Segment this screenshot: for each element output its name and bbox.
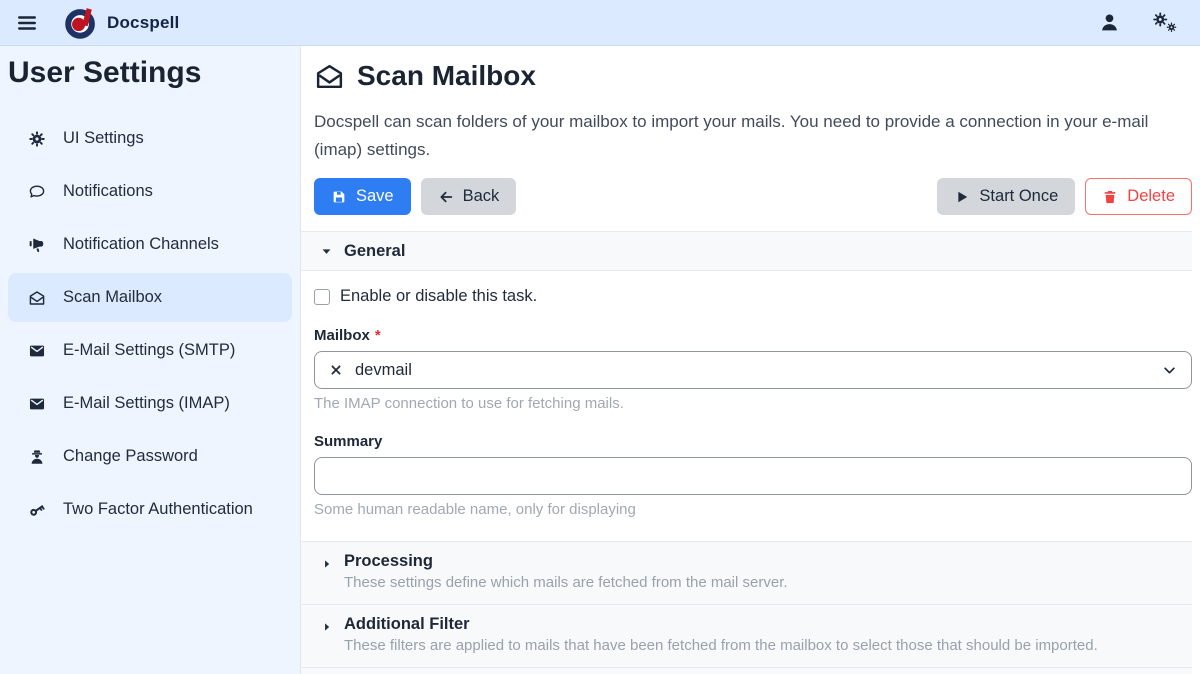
page-description: Docspell can scan folders of your mailbo…	[314, 108, 1182, 164]
sidebar-item-label: Notifications	[63, 182, 153, 201]
envelope-icon	[28, 395, 46, 413]
page-title-text: Scan Mailbox	[357, 60, 536, 92]
caret-down-icon	[321, 246, 332, 257]
section-subtitle: These filters are applied to mails that …	[344, 637, 1176, 654]
collapsed-sections: Processing These settings define which m…	[301, 541, 1192, 674]
topbar-actions	[1095, 7, 1182, 38]
play-icon	[954, 189, 970, 205]
bullhorn-icon	[28, 236, 46, 254]
enable-task-label: Enable or disable this task.	[340, 287, 537, 306]
trash-icon	[1102, 189, 1118, 205]
start-once-button[interactable]: Start Once	[937, 178, 1075, 215]
sidebar-item-email-settings-imap[interactable]: E-Mail Settings (IMAP)	[8, 379, 292, 428]
section-additional-filter-header[interactable]: Additional Filter These filters are appl…	[301, 605, 1192, 668]
sidebar-item-label: Scan Mailbox	[63, 288, 162, 307]
gear-icon	[28, 130, 46, 148]
user-menu-button[interactable]	[1095, 8, 1124, 37]
back-button[interactable]: Back	[421, 178, 517, 215]
section-general-title: General	[344, 242, 405, 261]
sidebar: User Settings UI Settings Notifications …	[0, 46, 300, 674]
sidebar-title: User Settings	[8, 56, 292, 90]
mailbox-label: Mailbox *	[314, 327, 1192, 344]
envelope-open-icon	[314, 61, 345, 92]
section-processing-header[interactable]: Processing These settings define which m…	[301, 542, 1192, 605]
page-title: Scan Mailbox	[314, 60, 1192, 92]
enable-task-checkbox[interactable]	[314, 289, 330, 305]
mailbox-selected-value: devmail	[355, 361, 412, 380]
save-button[interactable]: Save	[314, 178, 411, 215]
summary-field: Summary Some human readable name, only f…	[314, 433, 1192, 518]
mailbox-select[interactable]: devmail	[314, 351, 1192, 389]
section-subtitle: These settings define which mails are fe…	[344, 574, 1176, 591]
section-post-processing-header[interactable]: Post Processing	[301, 668, 1192, 674]
sidebar-item-label: E-Mail Settings (SMTP)	[63, 341, 235, 360]
sidebar-item-notification-channels[interactable]: Notification Channels	[8, 220, 292, 269]
comment-icon	[28, 183, 46, 201]
sidebar-item-ui-settings[interactable]: UI Settings	[8, 114, 292, 163]
sidebar-item-email-settings-smtp[interactable]: E-Mail Settings (SMTP)	[8, 326, 292, 375]
sidebar-item-label: Change Password	[63, 447, 198, 466]
section-title: Additional Filter	[344, 615, 1176, 634]
sidebar-item-change-password[interactable]: Change Password	[8, 432, 292, 481]
user-icon	[1099, 12, 1120, 33]
sidebar-item-two-factor-auth[interactable]: Two Factor Authentication	[8, 485, 292, 534]
settings-menu-button[interactable]	[1148, 7, 1182, 38]
clear-x-icon[interactable]	[329, 363, 343, 377]
caret-right-icon	[322, 622, 332, 632]
sidebar-item-label: Two Factor Authentication	[63, 500, 253, 519]
summary-label: Summary	[314, 433, 1192, 450]
key-icon	[28, 501, 46, 519]
arrow-left-icon	[438, 189, 454, 205]
menu-toggle-button[interactable]	[12, 8, 42, 38]
docspell-logo	[64, 6, 98, 40]
mailbox-help-text: The IMAP connection to use for fetching …	[314, 395, 1192, 412]
sidebar-item-label: Notification Channels	[63, 235, 219, 254]
app-brand[interactable]: Docspell	[64, 6, 179, 40]
envelope-open-icon	[28, 289, 46, 307]
save-icon	[331, 189, 347, 205]
sidebar-item-label: E-Mail Settings (IMAP)	[63, 394, 230, 413]
mailbox-field: Mailbox * devmail The IMAP connection to…	[314, 327, 1192, 412]
envelope-icon	[28, 342, 46, 360]
brand-name: Docspell	[107, 13, 179, 33]
delete-button[interactable]: Delete	[1085, 178, 1192, 215]
enable-task-row[interactable]: Enable or disable this task.	[314, 287, 1192, 306]
action-button-row: Save Back Start Once Delete	[314, 178, 1192, 215]
sidebar-item-scan-mailbox[interactable]: Scan Mailbox	[8, 273, 292, 322]
summary-input[interactable]	[314, 457, 1192, 495]
top-navbar: Docspell	[0, 0, 1200, 46]
caret-right-icon	[322, 559, 332, 569]
sidebar-nav: UI Settings Notifications Notification C…	[0, 114, 300, 534]
sidebar-item-label: UI Settings	[63, 129, 144, 148]
sidebar-item-notifications[interactable]: Notifications	[8, 167, 292, 216]
summary-help-text: Some human readable name, only for displ…	[314, 501, 1192, 518]
main-content: Scan Mailbox Docspell can scan folders o…	[300, 46, 1200, 674]
bars-icon	[16, 12, 38, 34]
section-title: Processing	[344, 552, 1176, 571]
chevron-down-icon[interactable]	[1162, 363, 1177, 378]
cogs-icon	[1152, 11, 1178, 34]
user-secret-icon	[28, 448, 46, 466]
required-mark: *	[375, 327, 381, 344]
section-general-header[interactable]: General	[301, 231, 1192, 271]
